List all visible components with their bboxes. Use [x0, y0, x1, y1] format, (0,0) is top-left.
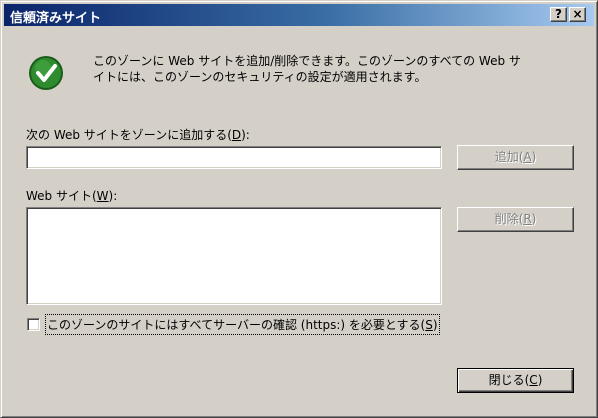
trusted-sites-dialog: 信頼済みサイト ? × このゾーンに Web サイトを追加/削除できます。このゾ…	[0, 0, 598, 418]
add-site-label: 次の Web サイトをゾーンに追加する(D):	[26, 128, 250, 142]
add-button[interactable]: 追加(A)	[457, 145, 574, 170]
websites-label: Web サイト(W):	[26, 189, 118, 203]
title-bar[interactable]: 信頼済みサイト ? ×	[4, 4, 594, 26]
zone-description-line2: イトには、このゾーンのセキュリティの設定が適用されます。	[93, 70, 427, 84]
zone-description-line1: このゾーンに Web サイトを追加/削除できます。このゾーンのすべての Web …	[93, 54, 521, 68]
require-https-checkbox[interactable]	[27, 318, 40, 331]
check-icon	[29, 56, 63, 90]
add-site-input[interactable]	[26, 146, 442, 169]
window-title: 信頼済みサイト	[10, 11, 102, 26]
close-window-button[interactable]: ×	[569, 7, 586, 22]
zone-description: このゾーンに Web サイトを追加/削除できます。このゾーンのすべての Web …	[93, 53, 583, 85]
close-dialog-button[interactable]: 閉じる(C)	[457, 368, 574, 393]
require-https-label[interactable]: このゾーンのサイトにはすべてサーバーの確認 (https:) を必要とする(S)	[45, 314, 440, 335]
help-button[interactable]: ?	[550, 7, 567, 22]
websites-list[interactable]	[26, 207, 442, 305]
remove-button[interactable]: 削除(R)	[457, 207, 574, 232]
